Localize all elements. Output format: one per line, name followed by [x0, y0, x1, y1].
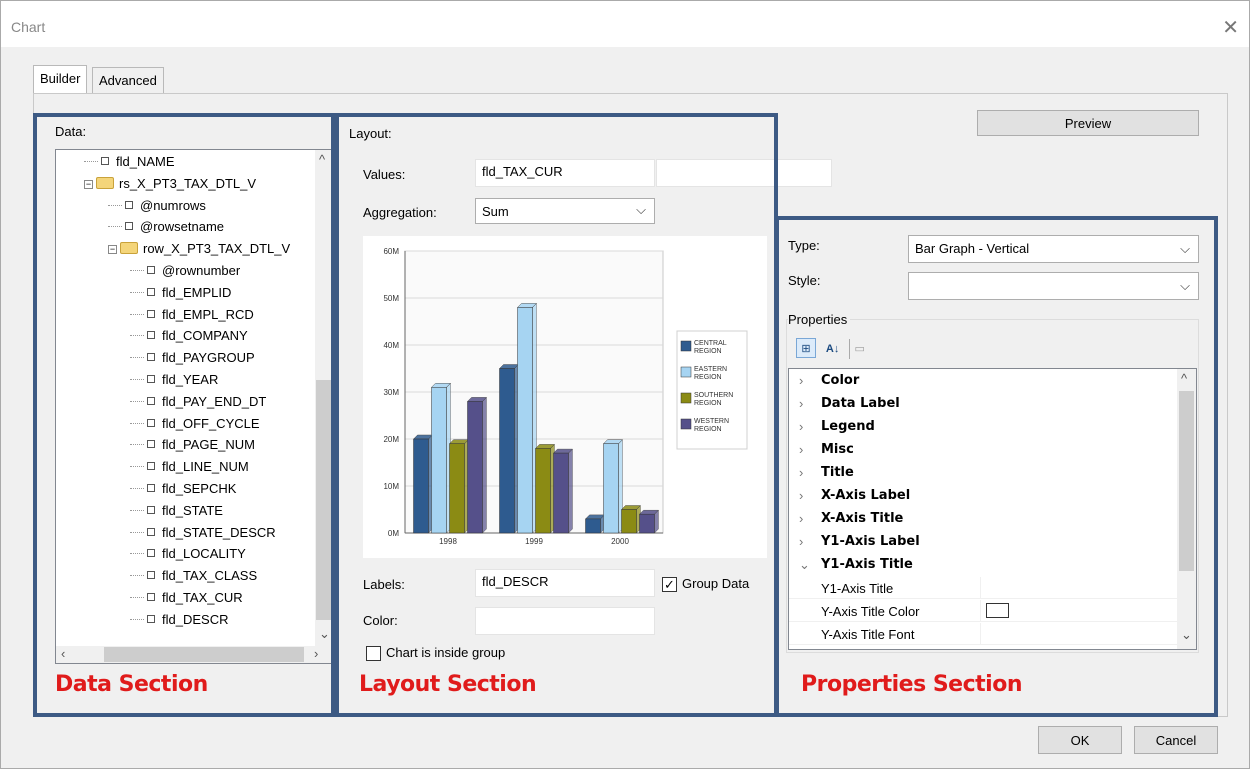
tab-builder[interactable]: Builder — [33, 65, 88, 93]
tab-advanced[interactable]: Advanced — [92, 67, 164, 93]
preview-button[interactable]: Preview — [977, 110, 1199, 136]
data-section-caption: Data Section — [55, 672, 208, 697]
window-title: Chart — [11, 19, 46, 35]
ok-button[interactable]: OK — [1038, 726, 1122, 754]
properties-section-caption: Properties Section — [801, 672, 1022, 697]
close-icon[interactable]: ✕ — [1222, 15, 1239, 40]
layout-section-outline — [335, 113, 778, 717]
cancel-button[interactable]: Cancel — [1134, 726, 1218, 754]
properties-section-outline — [775, 216, 1218, 717]
data-section-outline — [33, 113, 335, 717]
title-bar: Chart ✕ — [1, 1, 1249, 47]
layout-section-caption: Layout Section — [359, 672, 537, 697]
chart-dialog: Chart ✕ Builder Advanced Data: fld_NAME −… — [0, 0, 1250, 769]
